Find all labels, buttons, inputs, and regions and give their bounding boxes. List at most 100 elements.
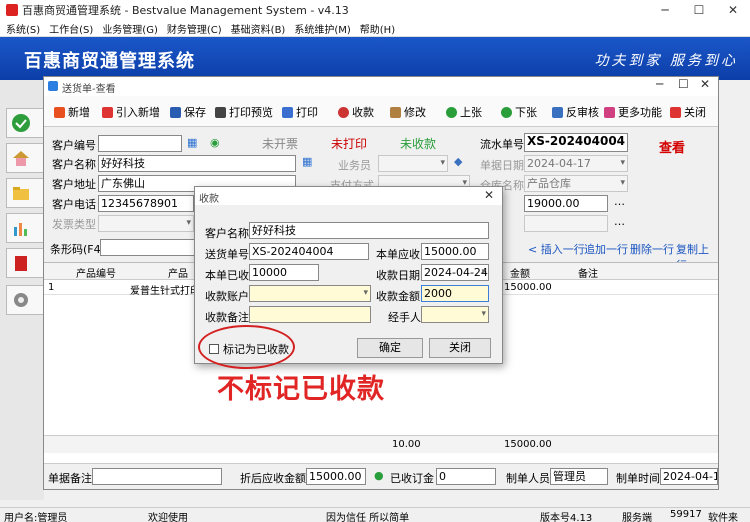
dlg-handler-select[interactable] [421, 306, 489, 323]
row-amount: 15000.00 [504, 282, 552, 293]
nav-button[interactable] [6, 248, 44, 278]
discount-label: 折后应收金额 [240, 472, 306, 485]
nav-button[interactable] [6, 178, 44, 208]
more-functions-button[interactable]: 更多功能 [604, 104, 662, 120]
customer-no-field[interactable] [98, 135, 182, 152]
col-product-no: 产品编号 [76, 269, 116, 280]
menu-workbench[interactable]: 工作台(S) [43, 21, 96, 36]
menu-bar: 系统(S) 工作台(S) 业务管理(G) 财务管理(C) 基础资料(B) 系统维… [0, 20, 750, 37]
close-button[interactable]: 关闭 [670, 104, 706, 120]
secondary-field[interactable] [524, 215, 608, 232]
folder-icon [13, 187, 29, 200]
close-icon[interactable]: ✕ [700, 77, 710, 91]
dlg-remark-field[interactable] [249, 306, 371, 323]
more-icon[interactable]: … [614, 195, 625, 208]
barcode-field[interactable] [100, 239, 200, 256]
print-button[interactable]: 打印 [282, 104, 318, 120]
prev-button[interactable]: 上张 [446, 104, 482, 120]
add-customer-icon[interactable]: ◉ [210, 136, 220, 149]
nav-button[interactable] [6, 108, 44, 138]
dlg-date-field[interactable]: 2024-04-24 [421, 264, 489, 281]
arrow-down-icon [501, 106, 512, 118]
minimize-icon[interactable]: ─ [656, 77, 663, 91]
ok-button[interactable]: 确定 [357, 338, 423, 358]
print-preview-button[interactable]: 打印预览 [215, 104, 273, 120]
barcode-label: 条形码(F4) [50, 243, 105, 256]
customer-no-label: 客户编号 [52, 139, 96, 152]
close-icon[interactable]: ✕ [716, 0, 750, 20]
receipt-status: 未收款 [400, 137, 437, 151]
dlg-due-field[interactable]: 15000.00 [421, 243, 489, 260]
serial-no-field[interactable]: XS-202404004 [524, 133, 628, 152]
invoice-type-select[interactable] [98, 215, 194, 232]
dlg-delivery-no-field[interactable]: XS-202404004 [249, 243, 369, 260]
maximize-icon[interactable]: ☐ [682, 0, 716, 20]
insert-row-link[interactable]: < 插入一行 [528, 241, 585, 257]
lookup-icon[interactable]: ▦ [302, 155, 312, 168]
maker-label: 制单人员 [506, 472, 550, 485]
dlg-amount-field[interactable]: 2000 [421, 285, 489, 302]
amount-field[interactable]: 19000.00 [524, 195, 608, 212]
status-version: 版本号4.13 [540, 513, 593, 522]
banner-title: 百惠商贸通管理系统 [24, 51, 195, 72]
window-title: 百惠商贸通管理系统 - Bestvalue Management System … [22, 4, 349, 17]
dlg-received-field[interactable]: 10000 [249, 264, 319, 281]
more-icon[interactable]: … [614, 215, 625, 228]
close-icon[interactable]: ✕ [484, 188, 494, 202]
maker-field[interactable]: 管理员 [550, 468, 608, 485]
main-title-bar: 百惠商贸通管理系统 - Bestvalue Management System … [0, 0, 750, 20]
menu-maintenance[interactable]: 系统维护(M) [288, 21, 353, 36]
new-button[interactable]: 新增 [54, 104, 90, 120]
customer-name-field[interactable]: 好好科技 [98, 155, 296, 172]
menu-system[interactable]: 系统(S) [0, 21, 43, 36]
eraser-icon[interactable]: ◆ [454, 155, 462, 168]
menu-help[interactable]: 帮助(H) [354, 21, 398, 36]
dialog-close-button[interactable]: 关闭 [429, 338, 491, 358]
menu-finance[interactable]: 财务管理(C) [161, 21, 225, 36]
dlg-received-label: 本单已收 [205, 269, 249, 282]
grid-footer: 10.00 15000.00 [44, 435, 718, 453]
doc-date-field[interactable]: 2024-04-17 [524, 155, 628, 172]
menu-business[interactable]: 业务管理(G) [96, 21, 161, 36]
lookup-icon[interactable]: ▦ [187, 136, 197, 149]
menu-basic-data[interactable]: 基础资料(B) [225, 21, 289, 36]
print-status: 未打印 [331, 137, 368, 151]
doc-date-label: 单据日期 [480, 159, 524, 172]
grid-icon [604, 106, 615, 118]
dlg-customer-name-field[interactable]: 好好科技 [249, 222, 489, 239]
discount-field[interactable]: 15000.00 [306, 468, 366, 485]
next-button[interactable]: 下张 [501, 104, 537, 120]
warehouse-select[interactable]: 产品仓库 [524, 175, 628, 192]
edit-button[interactable]: 修改 [390, 104, 426, 120]
dlg-account-select[interactable] [249, 285, 371, 302]
customer-phone-field[interactable]: 12345678901 [98, 195, 194, 212]
nav-button[interactable] [6, 285, 44, 315]
minimize-icon[interactable]: ─ [648, 0, 682, 20]
deposit-icon: ● [374, 469, 384, 482]
deposit-field[interactable]: 0 [436, 468, 496, 485]
col-amount: 金额 [510, 269, 530, 280]
unapprove-button[interactable]: 反审核 [552, 104, 599, 120]
row-product: 爱普生针式打印 [130, 286, 200, 297]
time-field[interactable]: 2024-04-17 [660, 468, 718, 485]
document-icon [552, 106, 563, 118]
customer-phone-label: 客户电话 [52, 198, 96, 211]
remark-label: 单据备注 [48, 472, 92, 485]
save-button[interactable]: 保存 [170, 104, 206, 120]
receive-payment-button[interactable]: 收款 [338, 104, 374, 120]
dlg-customer-name-label: 客户名称 [205, 227, 249, 240]
annotation-circle [198, 325, 295, 369]
append-row-link[interactable]: 追加一行 [584, 241, 628, 257]
maximize-icon[interactable]: ☐ [678, 77, 689, 91]
dialog-title-bar: 收款 ✕ [195, 187, 502, 205]
remark-field[interactable] [92, 468, 222, 485]
salesman-select[interactable] [378, 155, 448, 172]
delete-row-link[interactable]: 删除一行 [630, 241, 674, 257]
bar-chart-icon [14, 223, 27, 236]
dlg-handler-label: 经手人 [388, 311, 421, 324]
nav-button[interactable] [6, 143, 44, 173]
nav-button[interactable] [6, 213, 44, 243]
annotation-text: 不标记已收款 [217, 374, 385, 405]
invoice-type-label: 发票类型 [52, 218, 96, 231]
import-new-button[interactable]: 引入新增 [102, 104, 160, 120]
